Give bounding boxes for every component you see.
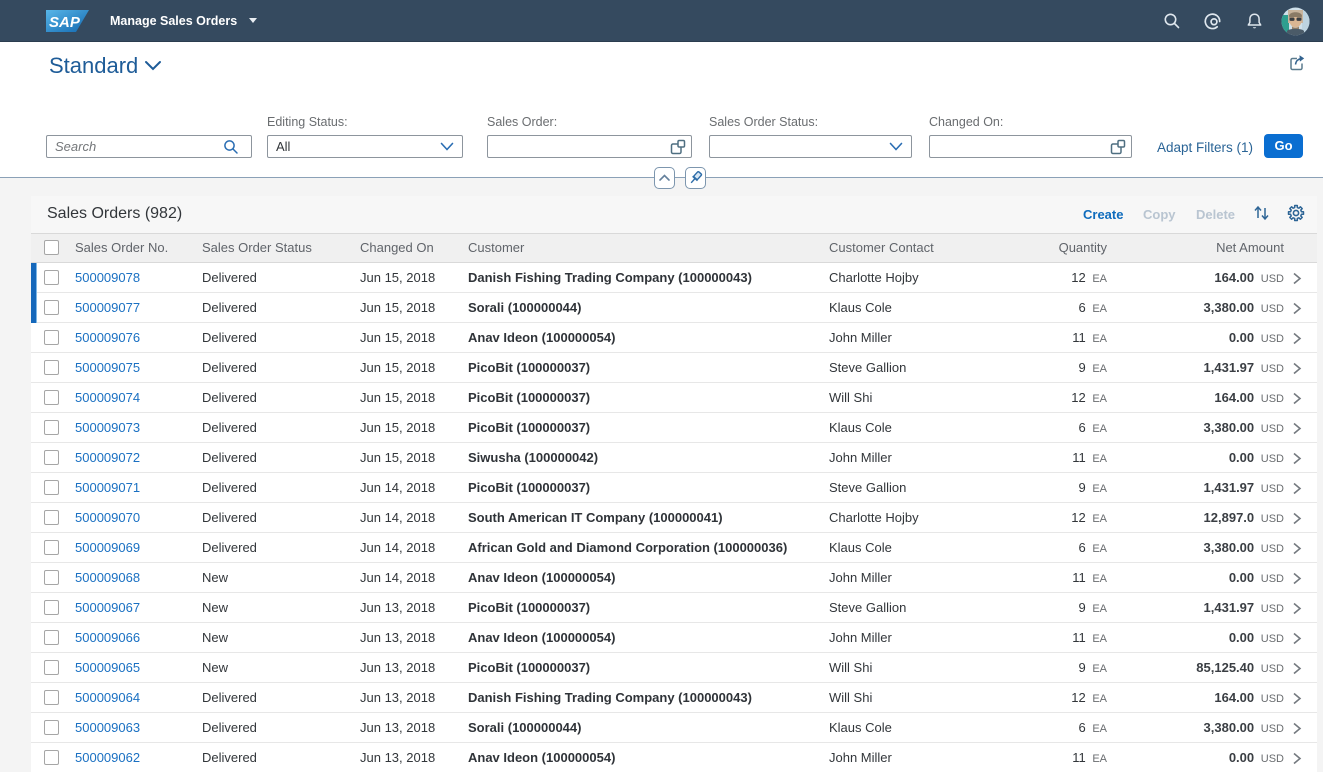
svg-text:SAP: SAP xyxy=(49,14,81,31)
